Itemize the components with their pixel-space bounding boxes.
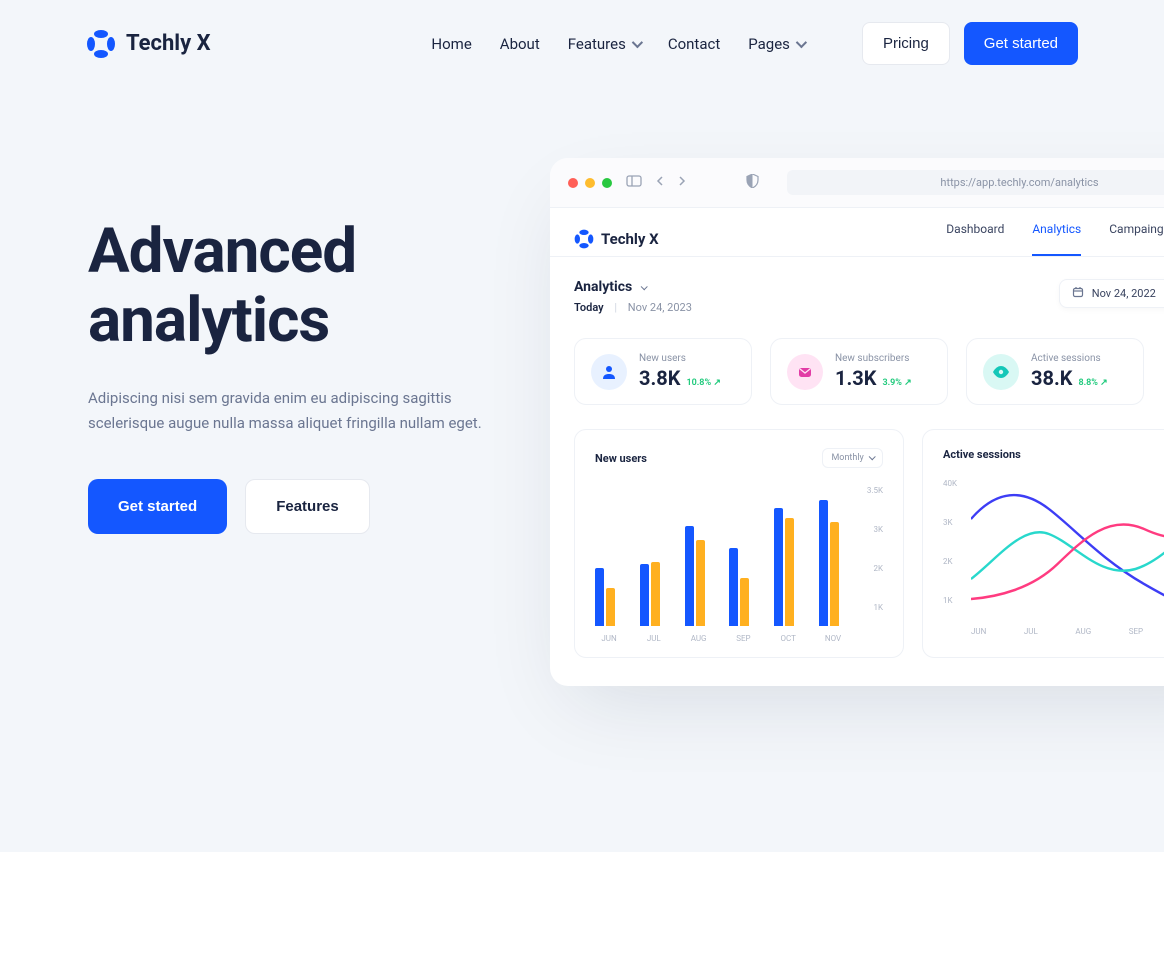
yaxis-tick: 1K <box>853 603 883 612</box>
xaxis-tick: JUL <box>1024 627 1038 636</box>
get-started-button[interactable]: Get started <box>964 22 1078 65</box>
line-xaxis: JUN JUL AUG SEP OCT <box>943 627 1164 636</box>
hero-section: Advanced analytics Adipiscing nisi sem g… <box>0 87 1164 534</box>
hero-title: Advanced analytics <box>88 217 1164 356</box>
bar-group <box>640 562 668 626</box>
nav-links: Home About Features Contact Pages Pricin… <box>431 22 1078 65</box>
hero-buttons: Get started Features <box>88 479 1164 534</box>
chevron-down-icon <box>796 36 807 47</box>
bar-group <box>729 548 757 626</box>
yaxis-tick: 1K <box>943 596 957 605</box>
xaxis-tick: JUN <box>971 627 986 636</box>
nav-link-pages-label: Pages <box>748 35 790 53</box>
top-navigation: Techly X Home About Features Contact Pag… <box>0 0 1164 87</box>
bar-group <box>685 526 713 626</box>
xaxis-tick: OCT <box>774 634 802 643</box>
hero-description: Adipiscing nisi sem gravida enim eu adip… <box>88 386 498 436</box>
bar-xaxis: JUN JUL AUG SEP OCT NOV <box>595 634 883 643</box>
xaxis-tick: AUG <box>1075 627 1091 636</box>
hero-title-line2: analytics <box>88 284 329 357</box>
page-bottom-background <box>0 852 1164 978</box>
nav-link-pages[interactable]: Pages <box>748 35 804 53</box>
xaxis-tick: JUL <box>640 634 668 643</box>
nav-buttons: Pricing Get started <box>862 22 1078 65</box>
brand-name: Techly X <box>126 31 211 56</box>
nav-link-features-label: Features <box>568 35 626 53</box>
nav-link-home[interactable]: Home <box>431 35 471 53</box>
hero-get-started-button[interactable]: Get started <box>88 479 227 534</box>
hero-title-line1: Advanced <box>88 215 356 288</box>
xaxis-tick: SEP <box>729 634 757 643</box>
xaxis-tick: AUG <box>685 634 713 643</box>
logo-icon <box>86 29 116 59</box>
xaxis-tick: SEP <box>1129 627 1143 636</box>
bar-group <box>595 568 623 626</box>
xaxis-tick: NOV <box>819 634 847 643</box>
nav-link-contact[interactable]: Contact <box>668 35 720 53</box>
yaxis-tick: 2K <box>853 564 883 573</box>
pricing-button[interactable]: Pricing <box>862 22 950 65</box>
xaxis-tick: JUN <box>595 634 623 643</box>
hero-features-button[interactable]: Features <box>245 479 370 534</box>
chevron-down-icon <box>632 36 643 47</box>
brand-logo[interactable]: Techly X <box>86 29 211 59</box>
nav-link-about[interactable]: About <box>500 35 540 53</box>
yaxis-tick: 2K <box>943 557 957 566</box>
nav-link-features[interactable]: Features <box>568 35 640 53</box>
